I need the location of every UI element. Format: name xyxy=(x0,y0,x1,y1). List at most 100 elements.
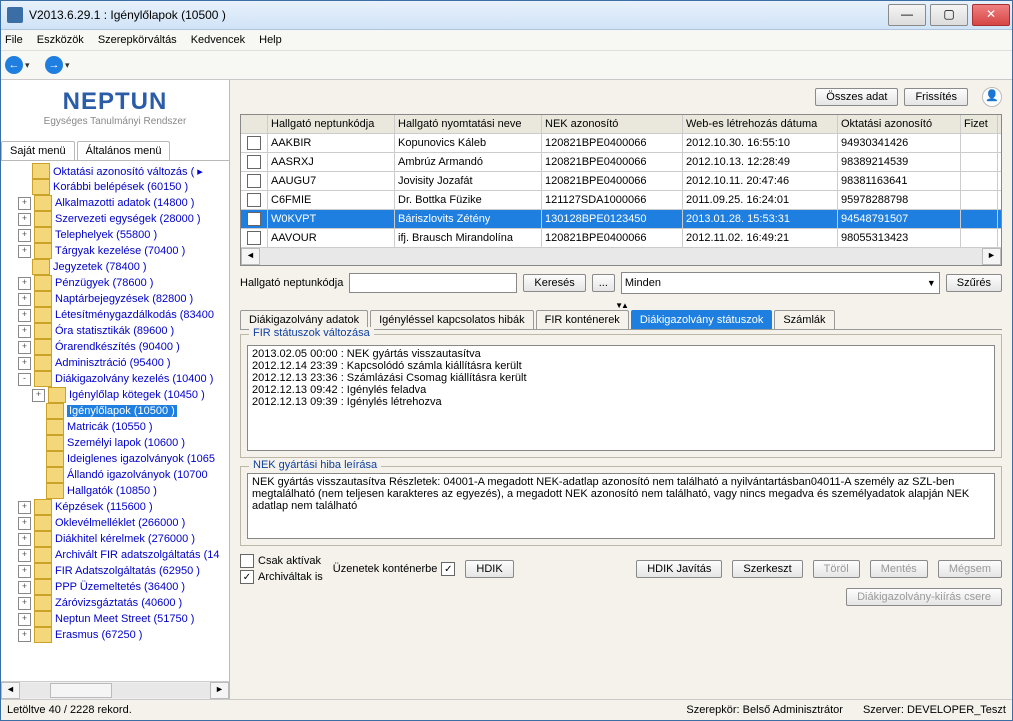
forward-dropdown[interactable]: ▾ xyxy=(65,60,75,71)
minimize-button[interactable]: — xyxy=(888,4,926,26)
expand-icon[interactable]: + xyxy=(18,325,31,338)
row-checkbox[interactable] xyxy=(247,193,261,207)
status-log[interactable]: 2013.02.05 00:00 : NEK gyártás visszauta… xyxy=(247,345,995,451)
expand-icon[interactable]: + xyxy=(18,581,31,594)
tree-node[interactable]: +Óra statisztikák (89600 ) xyxy=(1,323,229,339)
filter-dropdown[interactable]: Minden ▼ xyxy=(621,272,940,294)
error-text[interactable]: NEK gyártás visszautasítva Részletek: 04… xyxy=(247,473,995,539)
back-button[interactable]: ← xyxy=(5,56,23,74)
tree-node[interactable]: Oktatási azonosító változás ( ▸ xyxy=(1,163,229,179)
scroll-right-icon[interactable]: ► xyxy=(210,682,229,699)
table-row[interactable]: W0KVPTBáriszlovits Zétény130128BPE012345… xyxy=(241,210,1001,229)
filter-button[interactable]: Szűrés xyxy=(946,274,1002,292)
grid-scroll-left-icon[interactable]: ◄ xyxy=(241,248,260,265)
row-checkbox[interactable] xyxy=(247,212,261,226)
archived-checkbox[interactable]: ✓Archiváltak is xyxy=(240,570,323,584)
row-checkbox[interactable] xyxy=(247,155,261,169)
col-pay[interactable]: Fizet xyxy=(961,115,998,133)
expand-icon[interactable]: + xyxy=(18,357,31,370)
col-name[interactable]: Hallgató nyomtatási neve xyxy=(395,115,542,133)
expand-icon[interactable]: + xyxy=(18,549,31,562)
expand-icon[interactable]: + xyxy=(18,341,31,354)
col-edu[interactable]: Oktatási azonosító xyxy=(838,115,961,133)
tree-node[interactable]: +Alkalmazotti adatok (14800 ) xyxy=(1,195,229,211)
expand-icon[interactable]: + xyxy=(18,197,31,210)
data-grid[interactable]: Hallgató neptunkódja Hallgató nyomtatási… xyxy=(240,114,1002,266)
table-row[interactable]: AAVOURifj. Brausch Mirandolína120821BPE0… xyxy=(241,229,1001,248)
expand-icon[interactable]: + xyxy=(18,629,31,642)
tree-node[interactable]: Korábbi belépések (60150 ) xyxy=(1,179,229,195)
tree-hscrollbar[interactable]: ◄ ► xyxy=(1,681,229,699)
tree-node[interactable]: +Naptárbejegyzések (82800 ) xyxy=(1,291,229,307)
tree-node[interactable]: Igénylőlapok (10500 ) xyxy=(1,403,229,419)
row-checkbox[interactable] xyxy=(247,136,261,150)
expand-icon[interactable]: + xyxy=(18,309,31,322)
menu-favorites[interactable]: Kedvencek xyxy=(191,34,245,46)
tree-node[interactable]: Személyi lapok (10600 ) xyxy=(1,435,229,451)
tree-node[interactable]: +PPP Üzemeltetés (36400 ) xyxy=(1,579,229,595)
container-checkbox[interactable]: Üzenetek konténerbe✓ xyxy=(333,562,456,576)
back-dropdown[interactable]: ▾ xyxy=(25,60,35,71)
expand-icon[interactable]: + xyxy=(18,517,31,530)
only-active-checkbox[interactable]: Csak aktívak xyxy=(240,554,323,568)
tab-containers[interactable]: FIR konténerek xyxy=(536,310,629,329)
col-neptun[interactable]: Hallgató neptunkódja xyxy=(268,115,395,133)
browse-button[interactable]: ... xyxy=(592,274,615,292)
tree-node[interactable]: +Pénzügyek (78600 ) xyxy=(1,275,229,291)
expand-icon[interactable]: + xyxy=(18,229,31,242)
search-button[interactable]: Keresés xyxy=(523,274,585,292)
expand-icon[interactable]: + xyxy=(32,389,45,402)
splitter[interactable]: ▼▲ xyxy=(230,300,1012,310)
table-row[interactable]: AAKBIRKopunovics Káleb120821BPE040006620… xyxy=(241,134,1001,153)
tree-node[interactable]: +Neptun Meet Street (51750 ) xyxy=(1,611,229,627)
row-checkbox[interactable] xyxy=(247,174,261,188)
tab-own-menu[interactable]: Saját menü xyxy=(1,141,75,160)
tree-node[interactable]: Állandó igazolványok (10700 xyxy=(1,467,229,483)
scroll-thumb[interactable] xyxy=(50,683,112,698)
expand-icon[interactable]: + xyxy=(18,501,31,514)
tree-node[interactable]: +Oklevélmelléklet (266000 ) xyxy=(1,515,229,531)
menu-help[interactable]: Help xyxy=(259,34,282,46)
expand-icon[interactable]: - xyxy=(18,373,31,386)
close-button[interactable]: ✕ xyxy=(972,4,1010,26)
tree-node[interactable]: -Diákigazolvány kezelés (10400 ) xyxy=(1,371,229,387)
tree-node[interactable]: +Erasmus (67250 ) xyxy=(1,627,229,643)
expand-icon[interactable]: + xyxy=(18,277,31,290)
tree-node[interactable]: +Órarendkészítés (90400 ) xyxy=(1,339,229,355)
tree-node[interactable]: +Telephelyek (55800 ) xyxy=(1,227,229,243)
tab-statuses[interactable]: Diákigazolvány státuszok xyxy=(631,310,773,329)
tab-invoices[interactable]: Számlák xyxy=(774,310,834,329)
tree-node[interactable]: +Adminisztráció (95400 ) xyxy=(1,355,229,371)
tree-node[interactable]: Jegyzetek (78400 ) xyxy=(1,259,229,275)
tab-general-menu[interactable]: Általános menü xyxy=(77,141,171,160)
tree-node[interactable]: +Tárgyak kezelése (70400 ) xyxy=(1,243,229,259)
expand-icon[interactable]: + xyxy=(18,613,31,626)
expand-icon[interactable]: + xyxy=(18,597,31,610)
tree-node[interactable]: Matricák (10550 ) xyxy=(1,419,229,435)
tree-node[interactable]: +Szervezeti egységek (28000 ) xyxy=(1,211,229,227)
expand-icon[interactable]: + xyxy=(18,245,31,258)
scroll-left-icon[interactable]: ◄ xyxy=(1,682,20,699)
search-input[interactable] xyxy=(349,273,517,293)
forward-button[interactable]: → xyxy=(45,56,63,74)
tree-node[interactable]: +Záróvizsgáztatás (40600 ) xyxy=(1,595,229,611)
tree-node[interactable]: +Igénylőlap kötegek (10450 ) xyxy=(1,387,229,403)
nav-tree[interactable]: Oktatási azonosító változás ( ▸Korábbi b… xyxy=(1,161,229,681)
row-checkbox[interactable] xyxy=(247,231,261,245)
tab-errors[interactable]: Igényléssel kapcsolatos hibák xyxy=(370,310,534,329)
col-date[interactable]: Web-es létrehozás dátuma xyxy=(683,115,838,133)
grid-scroll-right-icon[interactable]: ► xyxy=(982,248,1001,265)
grid-hscrollbar[interactable]: ◄ ► xyxy=(241,248,1001,265)
hdik-button[interactable]: HDIK xyxy=(465,560,513,578)
help-icon[interactable]: 👤 xyxy=(982,87,1002,107)
expand-icon[interactable]: + xyxy=(18,565,31,578)
col-nek[interactable]: NEK azonosító xyxy=(542,115,683,133)
expand-icon[interactable]: + xyxy=(18,213,31,226)
table-row[interactable]: AAUGU7Jovisity Jozafát120821BPE040006620… xyxy=(241,172,1001,191)
table-row[interactable]: C6FMIEDr. Bottka Füzike121127SDA10000662… xyxy=(241,191,1001,210)
menu-file[interactable]: File xyxy=(5,34,23,46)
menu-role[interactable]: Szerepkörváltás xyxy=(98,34,177,46)
hdik-fix-button[interactable]: HDIK Javítás xyxy=(636,560,722,578)
maximize-button[interactable]: ▢ xyxy=(930,4,968,26)
tree-node[interactable]: +Létesítménygazdálkodás (83400 xyxy=(1,307,229,323)
